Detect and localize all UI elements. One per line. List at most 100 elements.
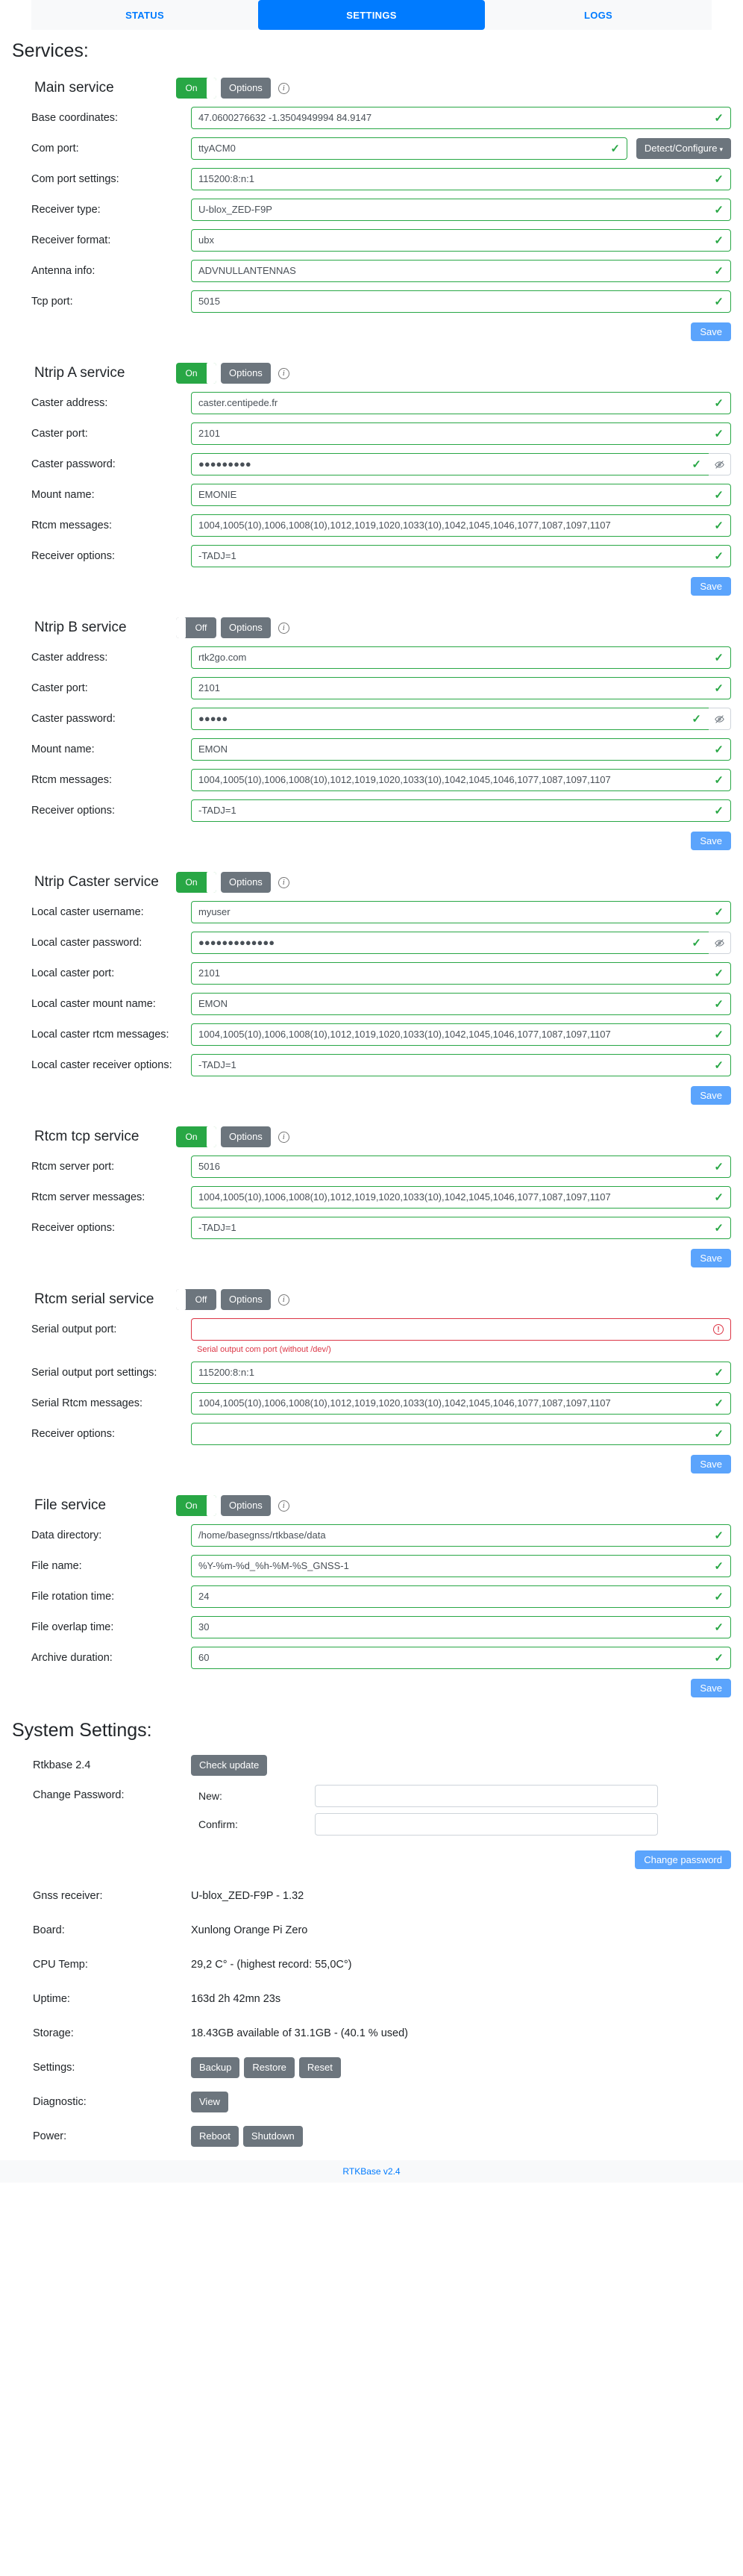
info-icon[interactable]: i (278, 367, 289, 379)
toggle-ntrip-caster-service[interactable]: On (176, 872, 216, 893)
input-rtcm-messages-a[interactable]: 1004,1005(10),1006,1008(10),1012,1019,10… (191, 514, 731, 537)
label-data-directory: Data directory: (31, 1529, 102, 1541)
field-base-coordinates: 47.0600276632 -1.3504949994 84.9147 ✓ (191, 107, 731, 129)
shutdown-button[interactable]: Shutdown (242, 2126, 303, 2147)
info-icon[interactable]: i (278, 1294, 289, 1306)
options-button-file[interactable]: Options (221, 1495, 271, 1516)
input-file-rotation-time[interactable]: 24 (191, 1585, 731, 1608)
toggle-rtcm-serial-service[interactable]: Off (176, 1289, 216, 1310)
options-button-ntrip-a[interactable]: Options (221, 363, 271, 384)
service-ntrip-caster-controls: On Options i (176, 872, 289, 893)
save-button-ntrip-caster[interactable]: Save (691, 1086, 731, 1105)
tab-settings[interactable]: SETTINGS (258, 0, 485, 30)
toggle-main-service[interactable]: On (176, 78, 216, 99)
detect-configure-button[interactable]: Detect/Configure ▾ (636, 138, 731, 159)
save-button-file[interactable]: Save (691, 1679, 731, 1697)
toggle-password-visibility-icon[interactable] (709, 453, 731, 475)
input-caster-address-a[interactable]: caster.centipede.fr (191, 392, 731, 414)
info-icon[interactable]: i (278, 1131, 289, 1143)
toggle-file-service[interactable]: On (176, 1495, 216, 1516)
input-receiver-options-serial[interactable] (191, 1423, 731, 1445)
options-button-ntrip-caster[interactable]: Options (221, 872, 271, 893)
options-button-rtcm-tcp[interactable]: Options (221, 1126, 271, 1147)
input-rtcm-server-port[interactable]: 5016 (191, 1156, 731, 1178)
input-caster-password-b[interactable]: ●●●●● (191, 708, 709, 730)
input-rtcm-messages-b[interactable]: 1004,1005(10),1006,1008(10),1012,1019,10… (191, 769, 731, 791)
tab-logs[interactable]: LOGS (485, 0, 712, 30)
input-com-port-settings[interactable]: 115200:8:n:1 (191, 168, 731, 190)
input-rtcm-server-messages[interactable]: 1004,1005(10),1006,1008(10),1012,1019,10… (191, 1186, 731, 1209)
reboot-button[interactable]: Reboot (191, 2126, 239, 2147)
save-button-ntrip-a[interactable]: Save (691, 577, 731, 596)
save-button-rtcm-tcp[interactable]: Save (691, 1249, 731, 1267)
service-rtcm-serial-controls: Off Options i (176, 1289, 289, 1310)
options-button-main[interactable]: Options (221, 78, 271, 99)
toggle-ntrip-a-service[interactable]: On (176, 363, 216, 384)
input-data-directory[interactable]: /home/basegnss/rtkbase/data (191, 1524, 731, 1547)
options-button-ntrip-b[interactable]: Options (221, 617, 271, 638)
info-icon[interactable]: i (278, 1500, 289, 1512)
info-icon[interactable]: i (278, 622, 289, 634)
toggle-password-visibility-icon[interactable] (709, 932, 731, 954)
tab-status[interactable]: STATUS (31, 0, 258, 30)
input-receiver-options-a[interactable]: -TADJ=1 (191, 545, 731, 567)
input-receiver-type[interactable]: U-blox_ZED-F9P (191, 199, 731, 221)
input-base-coordinates[interactable]: 47.0600276632 -1.3504949994 84.9147 (191, 107, 731, 129)
input-caster-port-b[interactable]: 2101 (191, 677, 731, 699)
label-rtcm-messages-a: Rtcm messages: (31, 520, 112, 531)
input-receiver-options-tcp[interactable]: -TADJ=1 (191, 1217, 731, 1239)
field-rtcm-server-messages: 1004,1005(10),1006,1008(10),1012,1019,10… (191, 1186, 731, 1209)
new-password-input[interactable] (315, 1785, 658, 1807)
service-ntrip-a-controls: On Options i (176, 363, 289, 384)
save-button-main[interactable]: Save (691, 322, 731, 341)
input-receiver-format[interactable]: ubx (191, 229, 731, 252)
restore-button[interactable]: Restore (244, 2057, 295, 2078)
service-rtcm-serial-title: Rtcm serial service (34, 1291, 154, 1307)
options-button-rtcm-serial[interactable]: Options (221, 1289, 271, 1310)
change-password-button[interactable]: Change password (635, 1850, 731, 1869)
input-mount-name-a[interactable]: EMONIE (191, 484, 731, 506)
row-local-caster-password: Local caster password: ●●●●●●●●●●●●● ✓ (0, 930, 743, 955)
row-local-caster-username: Local caster username: myuser ✓ (0, 899, 743, 925)
reset-button[interactable]: Reset (298, 2057, 341, 2078)
input-tcp-port[interactable]: 5015 (191, 290, 731, 313)
service-rtcm-tcp: Rtcm tcp service On Options i Rtcm serve… (0, 1120, 743, 1279)
toggle-rtcm-tcp-service[interactable]: On (176, 1126, 216, 1147)
input-receiver-options-b[interactable]: -TADJ=1 (191, 799, 731, 822)
input-file-overlap-time[interactable]: 30 (191, 1616, 731, 1638)
input-com-port[interactable]: ttyACM0 (191, 137, 627, 160)
input-local-caster-port[interactable]: 2101 (191, 962, 731, 985)
input-antenna-info[interactable]: ADVNULLANTENNAS (191, 260, 731, 282)
info-icon[interactable]: i (278, 876, 289, 888)
input-local-caster-mount-name[interactable]: EMON (191, 993, 731, 1015)
backup-button[interactable]: Backup (191, 2057, 240, 2078)
view-button[interactable]: View (191, 2092, 228, 2112)
check-update-button[interactable]: Check update (191, 1755, 268, 1776)
input-caster-password-a[interactable]: ●●●●●●●●● (191, 453, 709, 475)
input-serial-output-port-settings[interactable]: 115200:8:n:1 (191, 1362, 731, 1384)
input-caster-address-b[interactable]: rtk2go.com (191, 646, 731, 669)
input-mount-name-b[interactable]: EMON (191, 738, 731, 761)
field-antenna-info: ADVNULLANTENNAS ✓ (191, 260, 731, 282)
save-button-ntrip-b[interactable]: Save (691, 832, 731, 850)
label-mount-name-a: Mount name: (31, 489, 95, 501)
input-serial-rtcm-messages[interactable]: 1004,1005(10),1006,1008(10),1012,1019,10… (191, 1392, 731, 1415)
input-caster-port-a[interactable]: 2101 (191, 422, 731, 445)
input-local-caster-password[interactable]: ●●●●●●●●●●●●● (191, 932, 709, 954)
value-storage: 18.43GB available of 31.1GB - (40.1 % us… (191, 2027, 408, 2039)
input-archive-duration[interactable]: 60 (191, 1647, 731, 1669)
input-local-caster-rtcm-messages[interactable]: 1004,1005(10),1006,1008(10),1012,1019,10… (191, 1023, 731, 1046)
toggle-ntrip-b-service[interactable]: Off (176, 617, 216, 638)
label-tcp-port: Tcp port: (31, 296, 73, 308)
save-button-rtcm-serial[interactable]: Save (691, 1455, 731, 1473)
service-main-header: Main service On Options i (0, 71, 743, 105)
info-icon[interactable]: i (278, 82, 289, 94)
input-file-name[interactable]: %Y-%m-%d_%h-%M-%S_GNSS-1 (191, 1555, 731, 1577)
input-serial-output-port[interactable] (191, 1318, 731, 1341)
toggle-password-visibility-icon[interactable] (709, 708, 731, 730)
confirm-password-input[interactable] (315, 1813, 658, 1836)
input-local-caster-receiver-options[interactable]: -TADJ=1 (191, 1054, 731, 1076)
field-local-caster-password: ●●●●●●●●●●●●● ✓ (191, 932, 731, 954)
footer-version-link[interactable]: RTKBase v2.4 (342, 2166, 400, 2177)
input-local-caster-username[interactable]: myuser (191, 901, 731, 923)
